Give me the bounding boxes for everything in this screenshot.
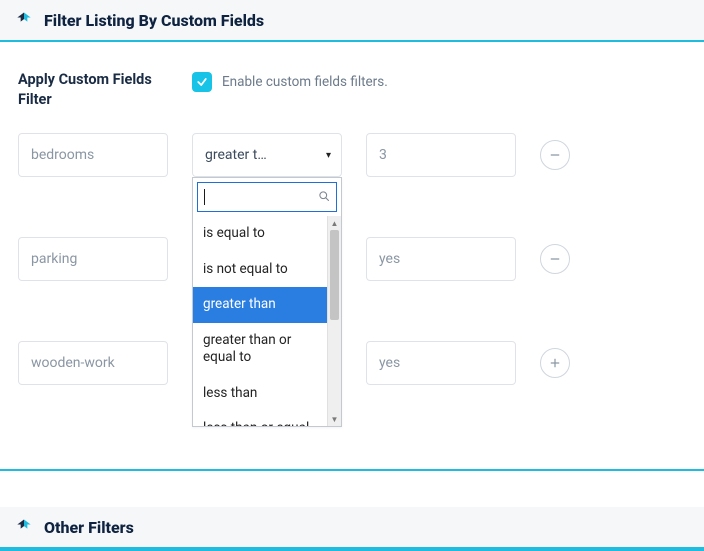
dropdown-search[interactable] [197, 182, 337, 212]
field-name-input[interactable]: wooden-work [18, 341, 168, 385]
scrollbar-thumb[interactable] [330, 230, 339, 320]
chevron-down-icon: ▾ [326, 150, 331, 161]
field-name-input[interactable]: bedrooms [18, 133, 168, 177]
filter-custom-fields-panel: Filter Listing By Custom Fields Apply Cu… [0, 0, 704, 471]
panel-body: Apply Custom Fields Filter Enable custom… [0, 42, 704, 469]
filter-row: bedrooms greater t… ▾ 3 [18, 133, 686, 177]
panel-header: Filter Listing By Custom Fields [0, 0, 704, 42]
operator-value: greater t… [205, 147, 267, 163]
panel-title: Filter Listing By Custom Fields [44, 11, 264, 30]
enable-checkbox-label: Enable custom fields filters. [222, 74, 388, 90]
filter-row: wooden-work ▾ yes [18, 341, 686, 385]
filter-row: parking ▾ yes [18, 237, 686, 281]
operator-select[interactable]: greater t… ▾ [192, 133, 342, 177]
dropdown-scrollbar[interactable]: ▲ ▼ [327, 216, 341, 426]
dropdown-option[interactable]: is not equal to [193, 252, 327, 288]
dropdown-search-input[interactable] [209, 190, 314, 205]
panel-title: Other Filters [44, 518, 134, 537]
field-name-value: wooden-work [31, 355, 115, 371]
dropdown-option[interactable]: greater than or equal to [193, 323, 327, 376]
field-name-value: parking [31, 251, 77, 267]
field-value: yes [379, 355, 400, 371]
remove-row-button[interactable] [540, 140, 570, 170]
field-value: yes [379, 251, 400, 267]
panel-header: Other Filters [0, 507, 704, 549]
brand-icon [14, 10, 34, 30]
dropdown-option[interactable]: is equal to [193, 216, 327, 252]
enable-checkbox[interactable] [192, 72, 212, 92]
enable-checkbox-wrap: Enable custom fields filters. [192, 70, 388, 92]
dropdown-option[interactable]: less than [193, 376, 327, 412]
filter-rows: bedrooms greater t… ▾ 3 parking [18, 133, 686, 385]
remove-row-button[interactable] [540, 244, 570, 274]
dropdown-list: is equal tois not equal togreater thangr… [193, 216, 341, 426]
enable-row: Apply Custom Fields Filter Enable custom… [18, 70, 686, 109]
field-value-input[interactable]: yes [366, 341, 516, 385]
field-name-input[interactable]: parking [18, 237, 168, 281]
add-row-button[interactable] [540, 348, 570, 378]
field-value: 3 [379, 147, 387, 163]
dropdown-option[interactable]: less than or equal [193, 411, 327, 426]
apply-filter-label: Apply Custom Fields Filter [18, 70, 168, 109]
field-name-value: bedrooms [31, 147, 94, 163]
text-cursor [204, 189, 205, 205]
scrollbar-up-icon[interactable]: ▲ [328, 216, 341, 230]
brand-icon [14, 517, 34, 537]
dropdown-list-wrap: is equal tois not equal togreater thangr… [193, 216, 341, 426]
field-value-input[interactable]: 3 [366, 133, 516, 177]
field-value-input[interactable]: yes [366, 237, 516, 281]
search-icon [318, 190, 330, 205]
scrollbar-down-icon[interactable]: ▼ [328, 412, 341, 426]
operator-dropdown: is equal tois not equal togreater thangr… [192, 177, 342, 427]
other-filters-panel: Other Filters [0, 507, 704, 551]
dropdown-option[interactable]: greater than [193, 287, 327, 323]
